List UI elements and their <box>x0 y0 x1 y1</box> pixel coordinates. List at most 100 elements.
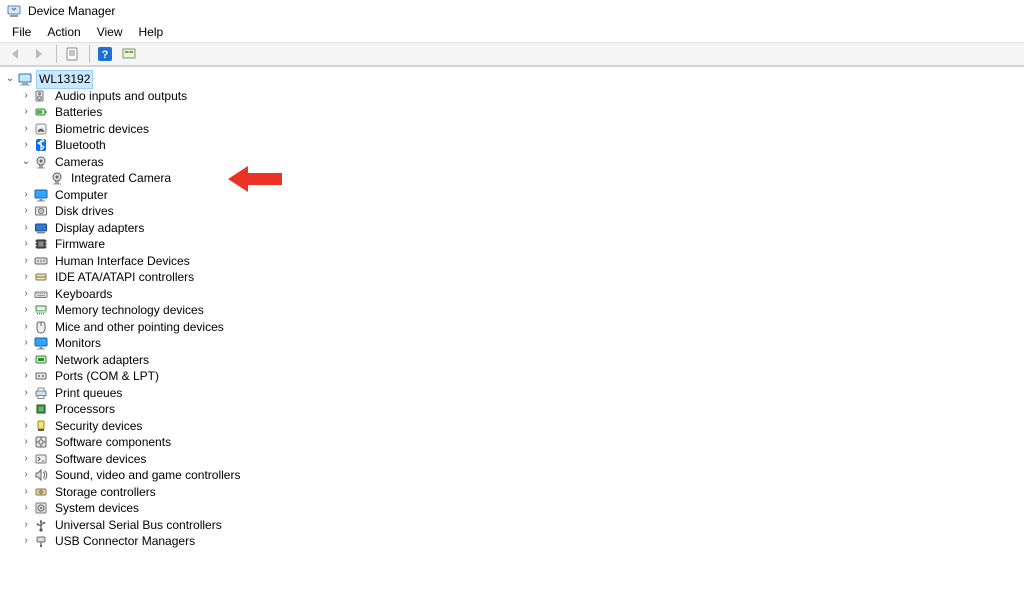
category-sound[interactable]: › Sound, video and game controllers <box>2 467 1022 484</box>
category-monitors[interactable]: › Monitors <box>2 335 1022 352</box>
category-cameras[interactable]: ⌄ Cameras <box>2 154 1022 171</box>
category-label-sound[interactable]: Sound, video and game controllers <box>53 467 242 484</box>
expander-system[interactable]: › <box>20 500 32 517</box>
category-display[interactable]: › Display adapters <box>2 220 1022 237</box>
expander-swdev[interactable]: › <box>20 451 32 468</box>
expander-ide[interactable]: › <box>20 269 32 286</box>
menu-file[interactable]: File <box>4 23 39 41</box>
category-memtech[interactable]: › Memory technology devices <box>2 302 1022 319</box>
expander-security[interactable]: › <box>20 418 32 435</box>
category-keyboards[interactable]: › Keyboards <box>2 286 1022 303</box>
category-firmware[interactable]: › Firmware <box>2 236 1022 253</box>
device-intcam[interactable]: Integrated Camera <box>2 170 1022 187</box>
category-label-usb[interactable]: Universal Serial Bus controllers <box>53 517 224 534</box>
memory-icon <box>33 302 49 318</box>
forward-button[interactable] <box>28 44 50 64</box>
expander-firmware[interactable]: › <box>20 236 32 253</box>
menu-view[interactable]: View <box>89 23 131 41</box>
category-label-ide[interactable]: IDE ATA/ATAPI controllers <box>53 269 196 286</box>
category-ide[interactable]: › IDE ATA/ATAPI controllers <box>2 269 1022 286</box>
menu-help[interactable]: Help <box>131 23 172 41</box>
menu-action[interactable]: Action <box>39 23 88 41</box>
category-swdev[interactable]: › Software devices <box>2 451 1022 468</box>
expander-display[interactable]: › <box>20 220 32 237</box>
category-label-disk[interactable]: Disk drives <box>53 203 116 220</box>
expander-biometric[interactable]: › <box>20 121 32 138</box>
category-usb[interactable]: › Universal Serial Bus controllers <box>2 517 1022 534</box>
expander-swcomp[interactable]: › <box>20 434 32 451</box>
expander-proc[interactable]: › <box>20 401 32 418</box>
expander-printq[interactable]: › <box>20 385 32 402</box>
expander-ports[interactable]: › <box>20 368 32 385</box>
category-label-biometric[interactable]: Biometric devices <box>53 121 151 138</box>
expander-monitors[interactable]: › <box>20 335 32 352</box>
category-hid[interactable]: › Human Interface Devices <box>2 253 1022 270</box>
category-security[interactable]: › Security devices <box>2 418 1022 435</box>
expander-usbconn[interactable]: › <box>20 533 32 550</box>
category-computer[interactable]: › Computer <box>2 187 1022 204</box>
help-button[interactable] <box>94 44 116 64</box>
category-bluetooth[interactable]: › Bluetooth <box>2 137 1022 154</box>
device-tree[interactable]: ⌄ WL13192 › Audio inputs and outputs › B… <box>0 67 1024 604</box>
expander-network[interactable]: › <box>20 352 32 369</box>
category-label-system[interactable]: System devices <box>53 500 141 517</box>
category-label-bluetooth[interactable]: Bluetooth <box>53 137 108 154</box>
category-label-printq[interactable]: Print queues <box>53 385 124 402</box>
category-label-keyboards[interactable]: Keyboards <box>53 286 114 303</box>
category-network[interactable]: › Network adapters <box>2 352 1022 369</box>
fingerprint-icon <box>33 121 49 137</box>
tree-root[interactable]: ⌄ WL13192 <box>2 71 1022 88</box>
category-label-usbconn[interactable]: USB Connector Managers <box>53 533 197 550</box>
expander-root[interactable]: ⌄ <box>4 71 16 88</box>
expander-keyboards[interactable]: › <box>20 286 32 303</box>
category-label-mice[interactable]: Mice and other pointing devices <box>53 319 226 336</box>
expander-disk[interactable]: › <box>20 203 32 220</box>
expander-hid[interactable]: › <box>20 253 32 270</box>
category-label-audio[interactable]: Audio inputs and outputs <box>53 88 189 105</box>
category-swcomp[interactable]: › Software components <box>2 434 1022 451</box>
expander-sound[interactable]: › <box>20 467 32 484</box>
category-label-proc[interactable]: Processors <box>53 401 117 418</box>
category-label-security[interactable]: Security devices <box>53 418 144 435</box>
expander-mice[interactable]: › <box>20 319 32 336</box>
category-label-swcomp[interactable]: Software components <box>53 434 173 451</box>
category-label-display[interactable]: Display adapters <box>53 220 146 237</box>
back-button[interactable] <box>4 44 26 64</box>
category-label-computer[interactable]: Computer <box>53 187 110 204</box>
expander-bluetooth[interactable]: › <box>20 137 32 154</box>
category-label-ports[interactable]: Ports (COM & LPT) <box>53 368 161 385</box>
expander-usb[interactable]: › <box>20 517 32 534</box>
keyboard-icon <box>33 286 49 302</box>
expander-memtech[interactable]: › <box>20 302 32 319</box>
category-label-hid[interactable]: Human Interface Devices <box>53 253 192 270</box>
category-batteries[interactable]: › Batteries <box>2 104 1022 121</box>
category-label-storage[interactable]: Storage controllers <box>53 484 158 501</box>
expander-audio[interactable]: › <box>20 88 32 105</box>
category-system[interactable]: › System devices <box>2 500 1022 517</box>
category-label-cameras[interactable]: Cameras <box>53 154 106 171</box>
expander-cameras[interactable]: ⌄ <box>20 154 32 171</box>
category-label-memtech[interactable]: Memory technology devices <box>53 302 206 319</box>
category-label-batteries[interactable]: Batteries <box>53 104 104 121</box>
category-audio[interactable]: › Audio inputs and outputs <box>2 88 1022 105</box>
expander-storage[interactable]: › <box>20 484 32 501</box>
category-label-firmware[interactable]: Firmware <box>53 236 107 253</box>
show-hidden-button[interactable] <box>118 44 140 64</box>
category-biometric[interactable]: › Biometric devices <box>2 121 1022 138</box>
expander-computer[interactable]: › <box>20 187 32 204</box>
properties-button[interactable] <box>61 44 83 64</box>
category-mice[interactable]: › Mice and other pointing devices <box>2 319 1022 336</box>
category-storage[interactable]: › Storage controllers <box>2 484 1022 501</box>
expander-batteries[interactable]: › <box>20 104 32 121</box>
device-label-intcam[interactable]: Integrated Camera <box>69 170 173 187</box>
category-printq[interactable]: › Print queues <box>2 385 1022 402</box>
category-label-monitors[interactable]: Monitors <box>53 335 103 352</box>
security-icon <box>33 418 49 434</box>
category-usbconn[interactable]: › USB Connector Managers <box>2 533 1022 550</box>
category-proc[interactable]: › Processors <box>2 401 1022 418</box>
category-label-network[interactable]: Network adapters <box>53 352 151 369</box>
category-ports[interactable]: › Ports (COM & LPT) <box>2 368 1022 385</box>
category-label-swdev[interactable]: Software devices <box>53 451 148 468</box>
category-disk[interactable]: › Disk drives <box>2 203 1022 220</box>
root-label[interactable]: WL13192 <box>37 71 92 88</box>
